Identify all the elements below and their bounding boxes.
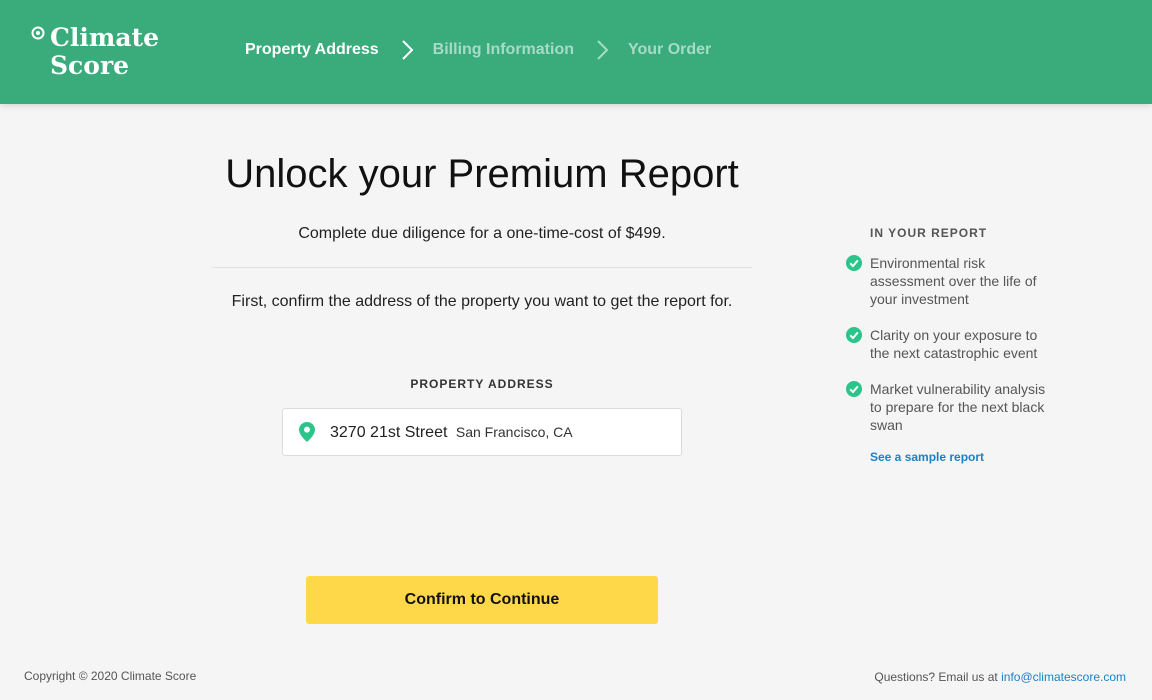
- step-billing-information[interactable]: Billing Information: [433, 41, 574, 59]
- address-street: 3270 21st Street: [330, 424, 448, 441]
- step-your-order[interactable]: Your Order: [628, 41, 711, 59]
- confirm-continue-button[interactable]: Confirm to Continue: [306, 576, 658, 624]
- address-text: 3270 21st Street San Francisco, CA: [330, 424, 573, 442]
- brand-name-line1: Climate: [50, 23, 159, 52]
- brand-name-line2: Score: [50, 51, 130, 80]
- benefit-text: Clarity on your exposure to the next cat…: [870, 327, 1038, 361]
- copyright-text: Copyright © 2020 Climate Score: [24, 669, 197, 683]
- top-header: Climate Score Property Address Billing I…: [0, 0, 1152, 104]
- benefit-item: Environmental risk assessment over the l…: [846, 254, 1046, 308]
- climate-score-logo-icon: [31, 26, 45, 40]
- section-divider: [212, 267, 752, 268]
- checkout-steps: Property Address Billing Information You…: [245, 38, 711, 62]
- sample-report-link[interactable]: See a sample report: [870, 450, 1046, 464]
- benefit-text: Environmental risk assessment over the l…: [870, 255, 1037, 307]
- check-circle-icon: [846, 255, 862, 271]
- chevron-right-icon: [401, 40, 414, 60]
- check-circle-icon: [846, 327, 862, 343]
- benefit-item: Market vulnerability analysis to prepare…: [846, 380, 1046, 434]
- contact-info: Questions? Email us at info@climatescore…: [874, 670, 1126, 684]
- check-circle-icon: [846, 381, 862, 397]
- contact-prefix: Questions? Email us at: [874, 670, 998, 684]
- property-address-field[interactable]: 3270 21st Street San Francisco, CA: [282, 408, 682, 456]
- sidebar-heading: IN YOUR REPORT: [870, 226, 988, 240]
- step-property-address[interactable]: Property Address: [245, 41, 379, 59]
- location-pin-icon: [299, 422, 315, 442]
- property-address-label: PROPERTY ADDRESS: [410, 377, 554, 391]
- contact-email-link[interactable]: info@climatescore.com: [1001, 670, 1126, 684]
- price-subtitle: Complete due diligence for a one-time-co…: [298, 225, 666, 242]
- page-title: Unlock your Premium Report: [225, 152, 739, 196]
- address-instruction: First, confirm the address of the proper…: [231, 293, 733, 310]
- address-city: San Francisco, CA: [455, 424, 573, 440]
- report-benefits-sidebar: IN YOUR REPORT Environmental risk assess…: [846, 226, 1046, 464]
- chevron-right-icon: [597, 40, 609, 60]
- benefit-item: Clarity on your exposure to the next cat…: [846, 326, 1046, 362]
- benefit-text: Market vulnerability analysis to prepare…: [870, 381, 1046, 433]
